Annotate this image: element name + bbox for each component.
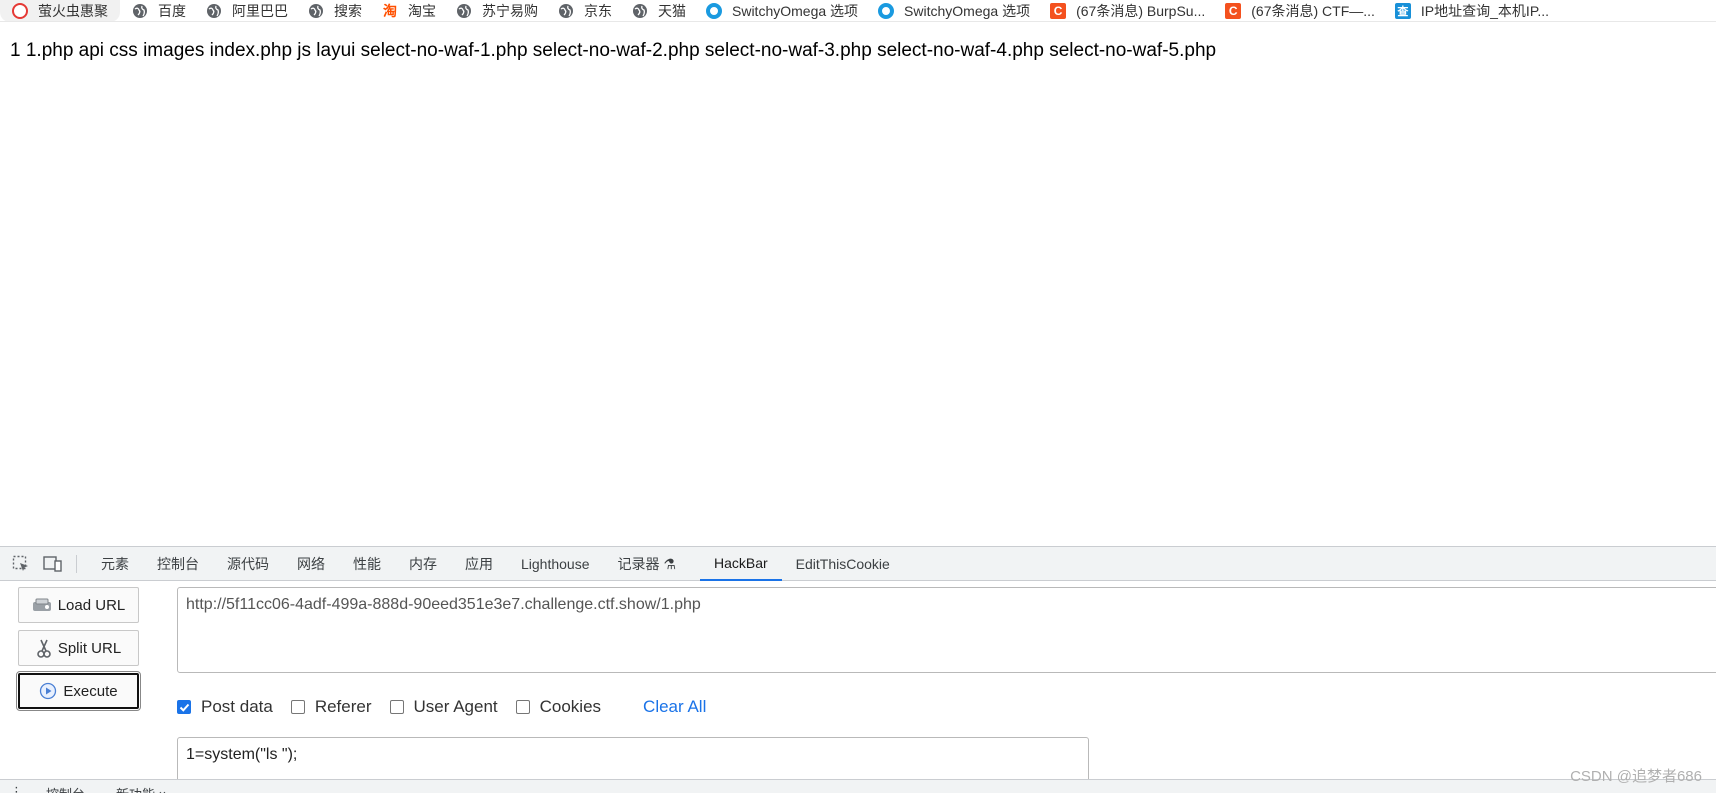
devtools-tab[interactable]: 网络	[283, 547, 339, 581]
device-toolbar-icon[interactable]	[42, 554, 64, 574]
bookmark-item[interactable]: 查 IP地址查询_本机IP...	[1387, 0, 1561, 21]
csdn-icon: C	[1225, 2, 1242, 19]
globe-icon	[558, 3, 574, 19]
devtools-tab[interactable]: 内存	[395, 547, 451, 581]
devtools-tab[interactable]: 记录器 ⚗	[604, 547, 690, 581]
bookmark-label: (67条消息) BurpSu...	[1076, 2, 1206, 19]
devtools-tab[interactable]: HackBar	[699, 547, 782, 581]
post-data-label: Post data	[201, 697, 273, 716]
csdn-watermark: CSDN @追梦者686	[1570, 768, 1702, 785]
bookmark-label: 阿里巴巴	[232, 2, 288, 19]
bookmark-item[interactable]: 搜索	[300, 0, 374, 21]
split-url-button[interactable]: Split URL	[18, 630, 139, 666]
bookmark-label: SwitchyOmega 选项	[904, 2, 1031, 19]
bookmark-label: 萤火虫惠聚	[38, 2, 108, 19]
referer-label: Referer	[314, 697, 372, 716]
load-url-icon	[32, 597, 52, 613]
bookmark-label: IP地址查询_本机IP...	[1420, 2, 1550, 19]
cookies-option[interactable]: Cookies	[515, 697, 602, 717]
bookmark-item[interactable]: 苏宁易购	[448, 0, 550, 21]
hackbar-actions: Load URL Split URL Execute	[16, 587, 141, 716]
ring-icon	[12, 2, 28, 19]
referer-checkbox[interactable]	[290, 700, 305, 714]
execute-label: Execute	[63, 682, 118, 700]
bookmark-item[interactable]: 阿里巴巴	[198, 0, 300, 21]
bookmark-item[interactable]: C (67条消息) BurpSu...	[1042, 0, 1217, 21]
devtools-panel: 元素 控制台 源代码 网络 性能 内存 应用 Lighthouse 记录器 ⚗ HackBar Ed…	[0, 546, 1716, 793]
clear-all-button[interactable]: Clear All	[643, 697, 706, 717]
devtools-tab[interactable]: 应用	[451, 547, 507, 581]
post-data-checkbox[interactable]	[177, 700, 191, 714]
globe-icon	[308, 3, 324, 19]
switchyomega-icon	[706, 2, 722, 19]
devtools-drawer-bar: ⋮ 控制台 新功能 ×	[0, 779, 1716, 793]
bookmark-label: (67条消息) CTF—...	[1251, 2, 1375, 19]
bookmarks-bar: 萤火虫惠聚 百度 阿里巴巴 搜索淘淘宝 苏宁易购 京东 天猫 SwitchyOmega 选项 S…	[0, 0, 1716, 22]
bookmark-item[interactable]: 淘淘宝	[374, 0, 448, 21]
toolbar-divider	[76, 554, 77, 573]
cookies-label: Cookies	[539, 697, 602, 716]
user-agent-label: User Agent	[413, 697, 498, 716]
bookmark-label: 淘宝	[408, 2, 436, 19]
csdn-icon: C	[1050, 2, 1067, 19]
bookmark-label: 搜索	[334, 2, 362, 19]
devtools-tab[interactable]: 控制台	[143, 547, 213, 581]
post-data-option[interactable]: Post data	[177, 697, 273, 717]
ip-query-icon: 查	[1394, 2, 1411, 19]
devtools-tab[interactable]: 源代码	[213, 547, 283, 581]
globe-icon	[206, 3, 222, 19]
page-output-text: 1 1.php api css images index.php js layu…	[10, 40, 1217, 61]
bookmark-item[interactable]: 萤火虫惠聚	[0, 0, 120, 21]
bookmark-label: 百度	[158, 2, 186, 19]
bookmark-item[interactable]: C (67条消息) CTF—...	[1217, 0, 1387, 21]
user-agent-option[interactable]: User Agent	[389, 697, 498, 717]
inspect-element-icon[interactable]	[10, 554, 32, 574]
devtools-tab[interactable]: 性能	[339, 547, 395, 581]
execute-button[interactable]: Execute	[16, 671, 141, 711]
scissors-icon	[36, 638, 52, 658]
devtools-tab[interactable]: Lighthouse	[507, 547, 604, 581]
url-input[interactable]: http://5f11cc06-4adf-499a-888d-90eed351e…	[177, 587, 1716, 673]
bookmark-item[interactable]: SwitchyOmega 选项	[698, 0, 870, 21]
globe-icon	[632, 3, 648, 19]
devtools-tab-bar: 元素 控制台 源代码 网络 性能 内存 应用 Lighthouse 记录器 ⚗ HackBar Ed…	[0, 547, 1716, 581]
play-icon	[39, 682, 57, 700]
bookmark-label: 天猫	[658, 2, 686, 19]
load-url-label: Load URL	[57, 596, 126, 614]
load-url-button[interactable]: Load URL	[18, 587, 139, 623]
switchyomega-icon	[878, 2, 895, 19]
devtools-tab[interactable]: 元素	[87, 547, 143, 581]
bookmark-item[interactable]: 百度	[124, 0, 198, 21]
bookmark-item[interactable]: 京东	[550, 0, 624, 21]
referer-option[interactable]: Referer	[290, 697, 372, 717]
devtools-tab[interactable]: EditThisCookie	[782, 547, 904, 581]
split-url-label: Split URL	[57, 639, 122, 657]
bookmark-label: 京东	[584, 2, 612, 19]
bookmark-label: SwitchyOmega 选项	[732, 2, 859, 19]
globe-icon	[456, 3, 472, 19]
bookmark-item[interactable]: 天猫	[624, 0, 698, 21]
cookies-checkbox[interactable]	[515, 700, 530, 714]
globe-icon	[132, 3, 148, 19]
taobao-icon: 淘	[383, 2, 397, 19]
hackbar-options: Post data Referer User Agent Cookies Cle…	[177, 695, 706, 719]
bookmark-label: 苏宁易购	[482, 2, 538, 19]
bookmark-item[interactable]: SwitchyOmega 选项	[870, 0, 1042, 21]
user-agent-checkbox[interactable]	[389, 700, 404, 714]
